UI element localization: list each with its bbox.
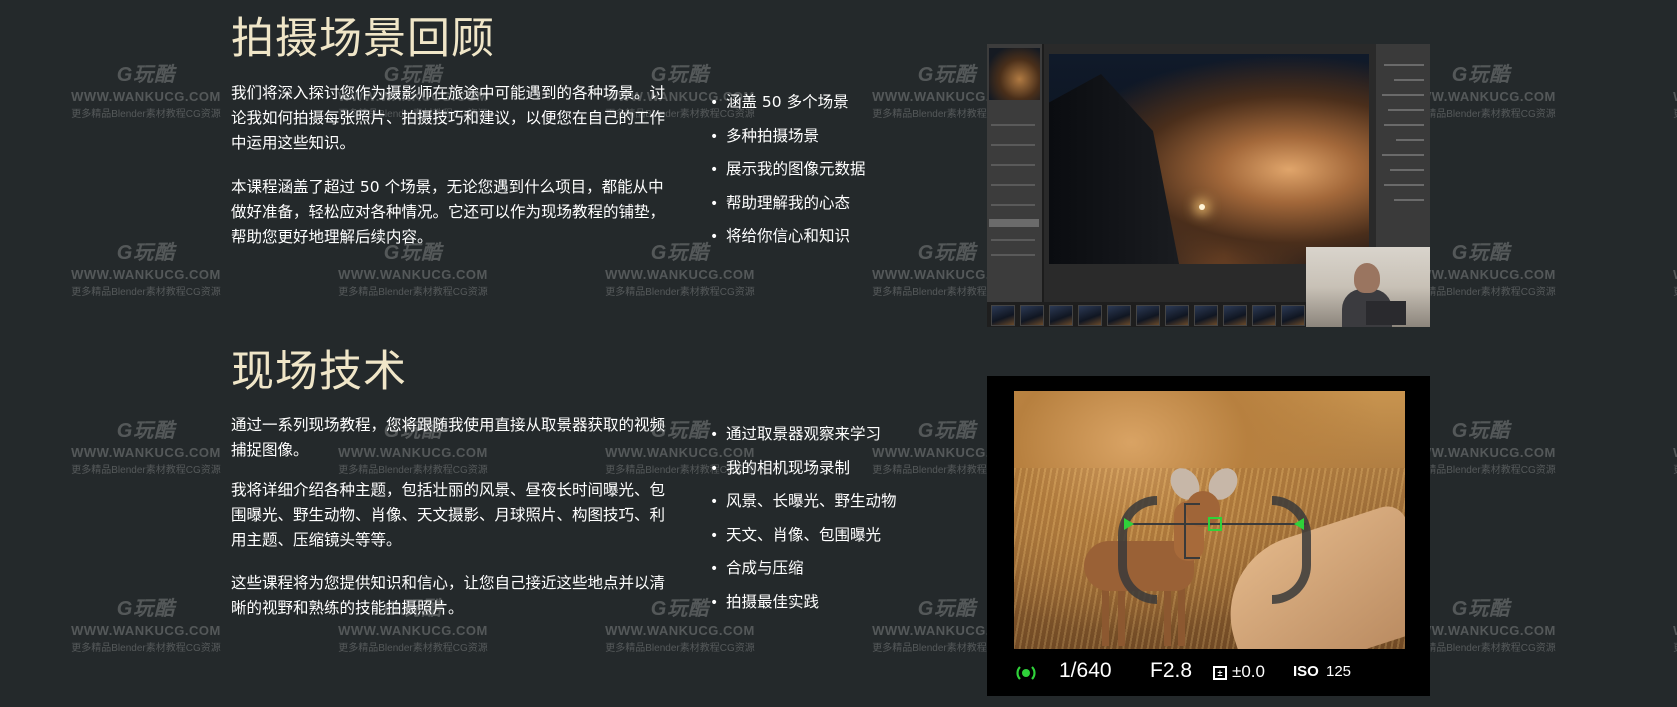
list-item: • 合成与压缩 <box>710 552 897 586</box>
focus-point-icon <box>1208 517 1222 531</box>
list-item: • 帮助理解我的心态 <box>710 187 866 221</box>
antelope-photo <box>1014 391 1405 649</box>
bullet-icon: • <box>710 494 719 510</box>
aperture-value: F2.8 <box>1150 659 1193 682</box>
bullet-icon: • <box>710 527 719 544</box>
bullet-icon: • <box>710 128 719 145</box>
list-item: • 我的相机现场录制 <box>710 452 897 486</box>
bullet-icon: • <box>710 460 719 477</box>
navigator-thumbnail <box>989 48 1040 100</box>
camera-viewfinder-screenshot: 1/640 F2.8 ± ±0.0 ISO 125 <box>987 376 1430 696</box>
watermark: G玩酷WWW.WANKUCG.COM更多精品Blender素材教程CG资源 <box>71 420 221 476</box>
shutter-speed: 1/640 <box>1059 659 1112 682</box>
bullet-icon: • <box>710 427 719 443</box>
focus-indicator-right-icon <box>1294 518 1304 530</box>
watermark: G玩酷WWW.WANKUCG.COM更多精品Blender素材教程CG资源 <box>1658 592 1677 654</box>
watermark: G玩酷WWW.WANKUCG.COM更多精品Blender素材教程CG资源 <box>1658 58 1677 120</box>
watermark: G玩酷WWW.WANKUCG.COM更多精品Blender素材教程CG资源 <box>71 64 221 120</box>
section2-paragraph-3: 这些课程将为您提供知识和信心，让您自己接近这些地点并以清晰的视野和熟练的技能拍摄… <box>231 574 666 617</box>
exposure-compensation-icon: ± <box>1213 666 1227 680</box>
section1-paragraph-1: 我们将深入探讨您作为摄影师在旅途中可能遇到的各种场景。讨论我如何拍摄每张照片、拍… <box>231 84 666 152</box>
presenter-webcam <box>1306 247 1430 327</box>
section-title-field-technique: 现场技术 <box>231 347 407 397</box>
section-title-scene-review: 拍摄场景回顾 <box>231 14 495 64</box>
bullet-icon: • <box>710 594 719 611</box>
viewfinder-hud: 1/640 F2.8 ± ±0.0 ISO 125 <box>987 649 1430 696</box>
navigator-panel <box>987 44 1044 302</box>
watermark: G玩酷WWW.WANKUCG.COM更多精品Blender素材教程CG资源 <box>1658 414 1677 476</box>
section1-bullet-list: • 涵盖 50 多个场景 • 多种拍摄场景 • 展示我的图像元数据 • 帮助理解我的心态… <box>710 86 866 254</box>
list-item: • 通过取景器观察来学习 <box>710 418 897 452</box>
section2-paragraph-2: 我将详细介绍各种主题，包括壮丽的风景、昼夜长时间曝光、包围曝光、野生动物、肖像、… <box>231 481 666 549</box>
list-item: • 天文、肖像、包围曝光 <box>710 519 897 553</box>
section2-bullet-list: • 通过取景器观察来学习 • 我的相机现场录制 • 风景、长曝光、野生动物 • 天文、肖… <box>710 418 897 619</box>
focus-indicator-left-icon <box>1124 518 1134 530</box>
bullet-icon: • <box>710 162 719 178</box>
section2-paragraph-1: 通过一系列现场教程，您将跟随我使用直接从取景器获取的视频捕捉图像。 <box>231 416 666 459</box>
bullet-icon: • <box>710 229 719 245</box>
section1-paragraph-2: 本课程涵盖了超过 50 个场景，无论您遇到什么项目，都能从中做好准备，轻松应对各… <box>231 178 666 246</box>
bullet-icon: • <box>710 95 719 111</box>
list-item: • 风景、长曝光、野生动物 <box>710 485 897 519</box>
list-item: • 拍摄最佳实践 <box>710 586 897 620</box>
bullet-icon: • <box>710 561 719 577</box>
page: G玩酷 WWW.WANKUCG.COM 更多精品Blender素材教程CG资源 G玩酷… <box>0 0 1677 707</box>
bullet-icon: • <box>710 195 719 212</box>
recording-icon <box>1016 666 1036 680</box>
list-item: • 将给你信心和知识 <box>710 220 866 254</box>
watermark: G玩酷WWW.WANKUCG.COM更多精品Blender素材教程CG资源 <box>71 598 221 654</box>
list-item: • 涵盖 50 多个场景 <box>710 86 866 120</box>
watermark: G玩酷WWW.WANKUCG.COM更多精品Blender素材教程CG资源 <box>71 242 221 298</box>
iso-value: 125 <box>1326 663 1352 680</box>
canyon-night-photo <box>1049 54 1369 264</box>
exposure-compensation: ±0.0 <box>1232 662 1265 681</box>
list-item: • 展示我的图像元数据 <box>710 153 866 187</box>
iso-label: ISO <box>1293 663 1319 680</box>
editing-software-screenshot <box>987 44 1430 327</box>
watermark: G玩酷WWW.WANKUCG.COM更多精品Blender素材教程CG资源 <box>1658 236 1677 298</box>
list-item: • 多种拍摄场景 <box>710 120 866 154</box>
